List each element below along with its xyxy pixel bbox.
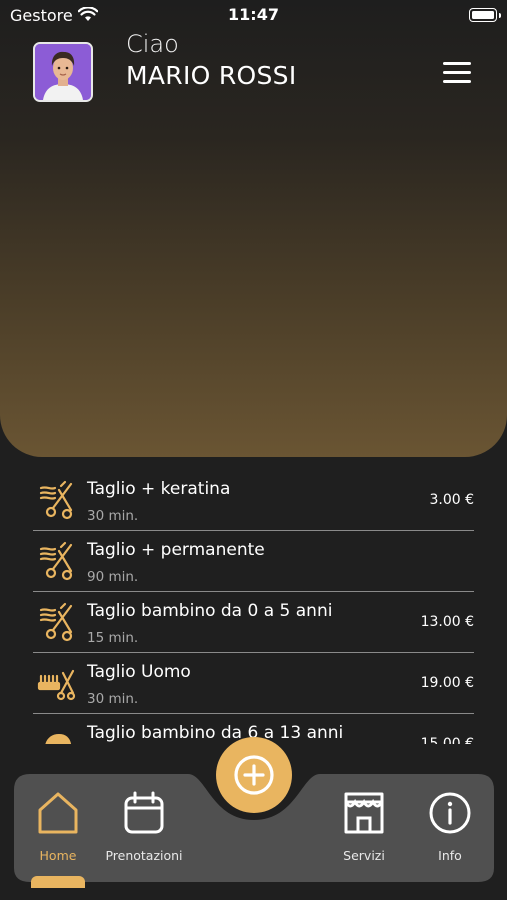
service-duration: 15 min. xyxy=(87,630,139,646)
add-booking-button[interactable] xyxy=(216,737,292,813)
tab-info[interactable]: Info xyxy=(405,790,495,870)
service-price: 15.00 € xyxy=(420,736,474,744)
battery-icon xyxy=(469,8,501,22)
list-item[interactable]: Taglio Uomo 30 min. 19.00 € xyxy=(33,653,474,714)
list-item[interactable]: Taglio + keratina 30 min. 3.00 € xyxy=(33,470,474,531)
service-duration: 90 min. xyxy=(87,569,139,585)
tab-prenotazioni[interactable]: Prenotazioni xyxy=(99,790,189,870)
avatar[interactable] xyxy=(33,42,93,102)
info-icon xyxy=(429,792,471,834)
scissors-hair-icon xyxy=(37,541,77,581)
service-name: Taglio + keratina xyxy=(87,479,231,499)
tab-label: Info xyxy=(438,848,462,863)
tab-label: Prenotazioni xyxy=(105,848,183,863)
calendar-icon xyxy=(124,791,164,834)
service-name: Taglio bambino da 6 a 13 anni xyxy=(87,723,344,743)
active-tab-indicator xyxy=(31,876,85,888)
status-bar: Gestore 11:47 xyxy=(0,0,507,30)
scissors-hair-icon xyxy=(37,602,77,642)
tab-label: Servizi xyxy=(343,848,385,863)
service-duration: 30 min. xyxy=(87,691,139,707)
list-item[interactable]: Taglio bambino da 0 a 5 anni 15 min. 13.… xyxy=(33,592,474,653)
tab-home[interactable]: Home xyxy=(13,790,103,870)
hair-icon xyxy=(37,724,77,744)
plus-circle-icon xyxy=(234,755,274,795)
list-item[interactable]: Taglio + permanente 90 min. xyxy=(33,531,474,592)
comb-scissors-icon xyxy=(37,663,77,703)
service-name: Taglio + permanente xyxy=(87,540,265,560)
service-duration: 30 min. xyxy=(87,508,139,524)
scissors-hair-icon xyxy=(37,480,77,520)
tab-label: Home xyxy=(39,848,77,863)
hamburger-menu-icon[interactable] xyxy=(443,62,473,86)
service-price: 13.00 € xyxy=(420,614,474,630)
user-name: MARIO ROSSI xyxy=(126,61,297,90)
service-name: Taglio bambino da 0 a 5 anni xyxy=(87,601,333,621)
service-price: 19.00 € xyxy=(420,675,474,691)
services-list: Taglio + keratina 30 min. 3.00 € Taglio … xyxy=(33,470,474,744)
greeting-text: Ciao xyxy=(126,30,179,58)
service-price: 3.00 € xyxy=(429,492,474,508)
shop-icon xyxy=(344,792,384,834)
home-icon xyxy=(38,792,78,834)
tab-servizi[interactable]: Servizi xyxy=(319,790,409,870)
service-name: Taglio Uomo xyxy=(87,662,191,682)
status-time: 11:47 xyxy=(228,5,279,24)
